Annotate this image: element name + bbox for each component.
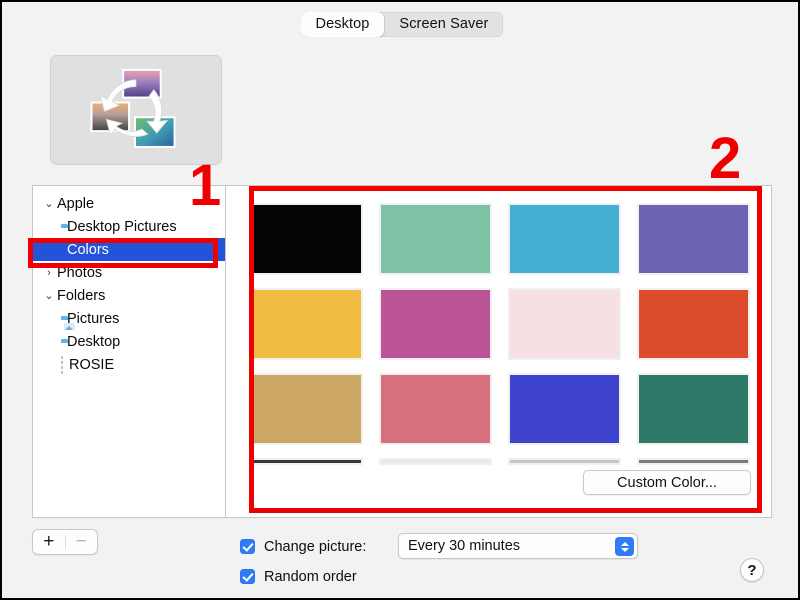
color-swatch[interactable] [508,373,621,445]
sidebar-item-desktop[interactable]: Desktop [33,330,225,353]
sidebar-item-pictures[interactable]: Pictures [33,307,225,330]
color-swatch[interactable] [508,203,621,275]
tab-group: Desktop Screen Saver [300,11,504,37]
tab-bar: Desktop Screen Saver [2,11,798,37]
random-order-label: Random order [264,568,357,585]
disk-icon [61,355,63,374]
tab-screen-saver[interactable]: Screen Saver [384,12,503,37]
sidebar-item-label: Apple [57,195,95,212]
color-swatch[interactable] [250,203,363,275]
remove-folder-button[interactable]: − [66,530,98,554]
change-picture-label: Change picture: [264,538,367,555]
sidebar-item-label: Colors [67,241,109,258]
color-swatch-partial[interactable] [250,458,363,465]
add-folder-button[interactable]: + [33,530,65,554]
custom-color-button[interactable]: Custom Color... [583,470,751,495]
chevron-updown-icon[interactable] [615,537,634,556]
annotation-number-2: 2 [709,126,742,191]
sidebar-item-label: Photos [57,264,103,281]
change-interval-value: Every 30 minutes [408,538,521,554]
sidebar-item-apple[interactable]: ⌄ Apple [33,192,225,215]
colors-panel: Custom Color... [225,185,772,518]
change-picture-row: Change picture: [240,534,366,559]
color-swatch[interactable] [508,288,621,360]
sidebar-item-colors[interactable]: Colors [33,238,225,261]
source-tree: ⌄ Apple Desktop Pictures Colors › Photos… [33,186,225,376]
color-swatch-partial[interactable] [508,458,621,465]
tab-desktop-label: Desktop [315,16,370,32]
options-block: Change picture: Random order [240,534,366,589]
random-order-row: Random order [240,564,366,589]
help-button[interactable]: ? [740,558,764,582]
rotating-wallpaper-icon [51,56,221,164]
source-list-sidebar: ⌄ Apple Desktop Pictures Colors › Photos… [32,185,225,518]
color-swatch[interactable] [250,373,363,445]
color-swatch[interactable] [637,203,750,275]
desktop-preview-thumbnail[interactable] [50,55,222,165]
sidebar-item-photos[interactable]: › Photos [33,261,225,284]
sidebar-item-rosie[interactable]: ROSIE [33,353,225,376]
color-swatch-partial[interactable] [637,458,750,465]
preferences-window: Desktop Screen Saver ⌄ Apple Desktop Pic… [0,0,800,600]
color-swatch-partial[interactable] [379,458,492,465]
sidebar-item-desktop-pictures[interactable]: Desktop Pictures [33,215,225,238]
sidebar-item-label: Desktop [67,333,121,350]
change-picture-checkbox[interactable] [240,539,255,554]
sidebar-item-folders[interactable]: ⌄ Folders [33,284,225,307]
color-swatch[interactable] [379,373,492,445]
color-swatch-grid [250,203,750,465]
sidebar-item-label: ROSIE [69,356,115,373]
tab-screen-saver-label: Screen Saver [399,16,489,32]
color-swatch[interactable] [379,203,492,275]
sidebar-item-label: Desktop Pictures [67,218,177,235]
add-remove-source-group: + − [32,529,98,555]
random-order-checkbox[interactable] [240,569,255,584]
color-swatch[interactable] [250,288,363,360]
tab-desktop[interactable]: Desktop [300,11,385,37]
chevron-down-icon[interactable]: ⌄ [41,197,57,210]
chevron-right-icon[interactable]: › [41,267,57,279]
color-swatch[interactable] [637,288,750,360]
sidebar-item-label: Folders [57,287,106,304]
color-swatch[interactable] [637,373,750,445]
change-interval-popup[interactable]: Every 30 minutes [398,533,638,559]
color-swatch[interactable] [379,288,492,360]
chevron-down-icon[interactable]: ⌄ [41,289,57,302]
